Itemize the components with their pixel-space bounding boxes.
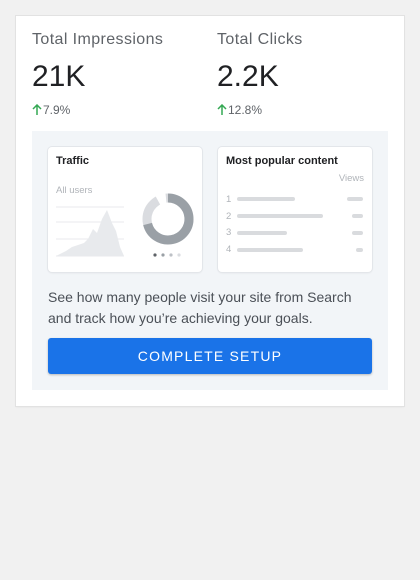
clicks-change: 12.8%	[217, 102, 387, 118]
complete-setup-button[interactable]: COMPLETE SETUP	[48, 338, 372, 374]
search-console-card: Total Impressions 21K 7.9% Total Clicks …	[16, 16, 404, 406]
setup-promo: Traffic All users Most popular content V…	[32, 131, 388, 390]
impressions-change-value: 7.9%	[43, 103, 71, 117]
clicks-label: Total Clicks	[217, 31, 303, 48]
traffic-area-shape	[56, 210, 124, 256]
arrow-up-icon	[32, 104, 42, 115]
placeholder-bars	[237, 197, 363, 252]
clicks-change-value: 12.8%	[228, 103, 263, 117]
clicks-value: 2.2K	[217, 60, 279, 93]
clicks-stat: Total Clicks 2.2K 12.8%	[217, 30, 387, 118]
popular-content-preview-card: Most popular content Views 1 2 3 4	[218, 147, 372, 272]
traffic-preview-card: Traffic All users	[48, 147, 202, 272]
donut-chart-icon	[142, 193, 194, 245]
impressions-label: Total Impressions	[32, 31, 164, 48]
traffic-illustration	[56, 193, 194, 257]
popular-list-placeholder	[237, 197, 363, 252]
carousel-dots	[153, 253, 181, 257]
impressions-change: 7.9%	[32, 102, 202, 118]
impressions-value: 21K	[32, 60, 86, 93]
impressions-stat: Total Impressions 21K 7.9%	[32, 30, 202, 118]
arrow-up-icon	[217, 104, 227, 115]
promo-description: See how many people visit your site from…	[48, 289, 352, 326]
